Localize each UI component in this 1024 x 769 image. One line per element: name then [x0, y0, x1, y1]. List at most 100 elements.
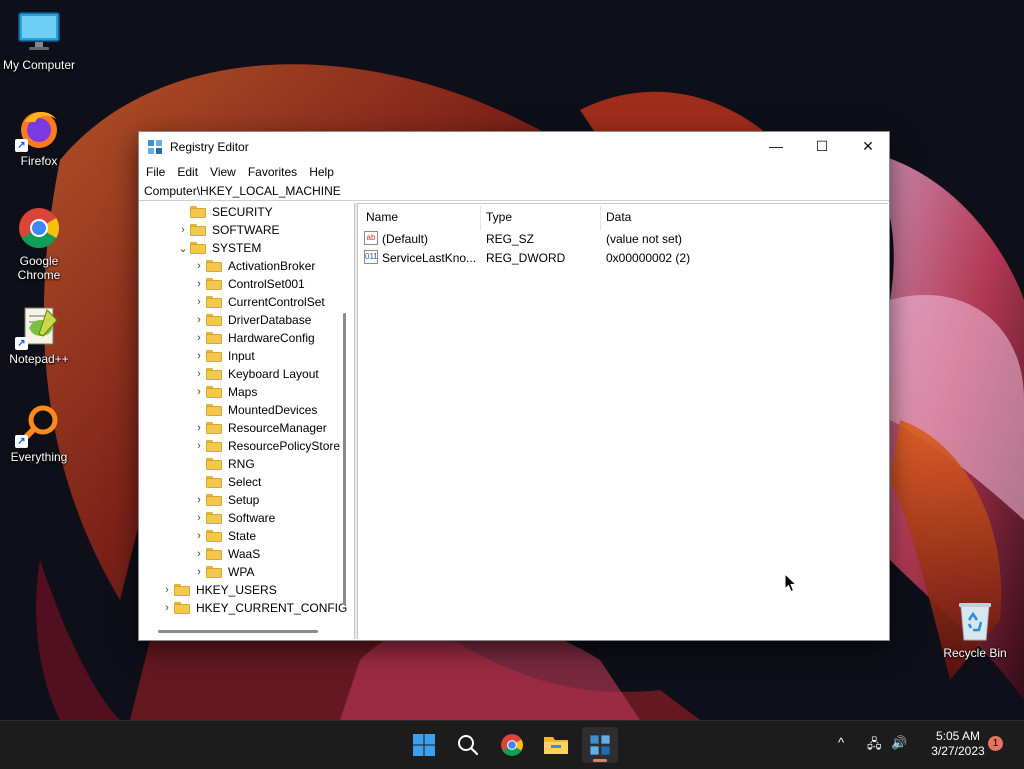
tree-item-hkey-users[interactable]: › HKEY_USERS: [160, 581, 277, 599]
chevron-right-icon[interactable]: ›: [192, 563, 206, 581]
tree-item-rng[interactable]: RNG: [192, 455, 255, 473]
chevron-right-icon[interactable]: ›: [192, 275, 206, 293]
taskbar-chrome-button[interactable]: [494, 727, 530, 763]
desktop-icon-everything[interactable]: ↗ Everything: [1, 402, 77, 464]
tree-item-label: SOFTWARE: [212, 223, 280, 237]
tree-item-wpa[interactable]: › WPA: [192, 563, 254, 581]
column-header-type[interactable]: Type: [486, 210, 512, 224]
chevron-right-icon[interactable]: ›: [192, 365, 206, 383]
column-separator[interactable]: [480, 206, 481, 230]
values-list[interactable]: Name Type Data ab (Default) REG_SZ (valu…: [358, 203, 888, 640]
title-bar[interactable]: Registry Editor — ☐ ✕: [139, 132, 889, 162]
menu-help[interactable]: Help: [303, 165, 340, 179]
search-button[interactable]: [450, 727, 486, 763]
menu-file[interactable]: File: [140, 165, 171, 179]
chevron-right-icon[interactable]: ›: [192, 383, 206, 401]
maximize-button[interactable]: ☐: [799, 132, 845, 160]
chevron-right-icon[interactable]: ›: [192, 311, 206, 329]
taskbar-clock[interactable]: 5:05 AM 3/27/2023: [918, 729, 998, 759]
folder-icon: [206, 296, 222, 308]
tree-item-state[interactable]: › State: [192, 527, 256, 545]
desktop-icon-notepad-plus-plus[interactable]: ↗ Notepad++: [1, 304, 77, 366]
menu-edit[interactable]: Edit: [171, 165, 204, 179]
value-row[interactable]: 011 ServiceLastKno... REG_DWORD 0x000000…: [358, 248, 888, 267]
expander-icon: [192, 401, 206, 419]
chrome-icon: [17, 206, 61, 250]
registry-editor-window[interactable]: Registry Editor — ☐ ✕ File Edit View Fav…: [138, 131, 890, 641]
expander-icon: [176, 203, 190, 221]
chevron-right-icon[interactable]: ›: [192, 527, 206, 545]
tree-item-setup[interactable]: › Setup: [192, 491, 259, 509]
mouse-cursor-icon: [784, 573, 798, 593]
key-tree[interactable]: SECURITY › SOFTWARE ⌄ SYSTEM › Activatio…: [140, 203, 354, 639]
column-header-data[interactable]: Data: [606, 210, 631, 224]
expander-icon: [192, 455, 206, 473]
desktop-icon-my-computer[interactable]: My Computer: [1, 10, 77, 72]
notification-badge[interactable]: 1: [988, 736, 1003, 751]
taskbar-registry-editor-button[interactable]: [582, 727, 618, 763]
desktop-icon-google-chrome[interactable]: Google Chrome: [1, 206, 77, 282]
menu-favorites[interactable]: Favorites: [242, 165, 303, 179]
tree-item-label: Input: [228, 349, 255, 363]
tree-item-resourcemanager[interactable]: › ResourceManager: [192, 419, 327, 437]
tree-item-label: MountedDevices: [228, 403, 318, 417]
taskbar-file-explorer-button[interactable]: [538, 727, 574, 763]
desktop-icon-firefox[interactable]: ↗ Firefox: [1, 106, 77, 168]
chevron-right-icon[interactable]: ›: [192, 509, 206, 527]
minimize-button[interactable]: —: [753, 132, 799, 160]
chevron-right-icon[interactable]: ›: [160, 581, 174, 599]
tree-item-activationbroker[interactable]: › ActivationBroker: [192, 257, 315, 275]
network-icon[interactable]: 🖧: [867, 735, 882, 757]
chevron-right-icon[interactable]: ›: [192, 293, 206, 311]
chevron-right-icon[interactable]: ›: [192, 329, 206, 347]
tree-item-maps[interactable]: › Maps: [192, 383, 257, 401]
shortcut-arrow-icon: ↗: [15, 337, 28, 350]
column-header-name[interactable]: Name: [366, 210, 398, 224]
column-separator[interactable]: [600, 206, 601, 230]
start-button[interactable]: [406, 727, 442, 763]
chevron-right-icon[interactable]: ›: [192, 419, 206, 437]
folder-icon: [206, 422, 222, 434]
folder-icon: [206, 404, 222, 416]
chevron-right-icon[interactable]: ›: [176, 221, 190, 239]
folder-icon: [206, 548, 222, 560]
string-value-icon: ab: [364, 231, 378, 245]
tree-item-security[interactable]: SECURITY: [176, 203, 273, 221]
tree-item-resourcepolicystore[interactable]: › ResourcePolicyStore: [192, 437, 340, 455]
tree-item-controlset001[interactable]: › ControlSet001: [192, 275, 305, 293]
tree-item-waas[interactable]: › WaaS: [192, 545, 260, 563]
tree-item-label: WaaS: [228, 547, 261, 561]
tree-horizontal-scrollbar[interactable]: [158, 630, 318, 633]
tree-item-system[interactable]: ⌄ SYSTEM: [176, 239, 261, 257]
tree-item-input[interactable]: › Input: [192, 347, 255, 365]
folder-icon: [174, 584, 190, 596]
folder-icon: [206, 566, 222, 578]
tree-item-software-sub[interactable]: › Software: [192, 509, 275, 527]
chevron-right-icon[interactable]: ›: [192, 545, 206, 563]
tree-item-hardwareconfig[interactable]: › HardwareConfig: [192, 329, 315, 347]
chevron-right-icon[interactable]: ›: [192, 437, 206, 455]
folder-icon: [206, 494, 222, 506]
chevron-down-icon[interactable]: ⌄: [176, 239, 190, 257]
tree-item-select[interactable]: Select: [192, 473, 261, 491]
value-row[interactable]: ab (Default) REG_SZ (value not set): [358, 229, 888, 248]
desktop-icon-recycle-bin[interactable]: Recycle Bin: [937, 598, 1013, 660]
tree-item-currentcontrolset[interactable]: › CurrentControlSet: [192, 293, 325, 311]
tree-item-software[interactable]: › SOFTWARE: [176, 221, 280, 239]
chevron-right-icon[interactable]: ›: [192, 257, 206, 275]
chevron-right-icon[interactable]: ›: [192, 491, 206, 509]
value-data: (value not set): [606, 232, 683, 246]
volume-icon[interactable]: 🔊: [891, 735, 907, 751]
tree-item-driverdatabase[interactable]: › DriverDatabase: [192, 311, 311, 329]
tree-item-hkey-current-config[interactable]: › HKEY_CURRENT_CONFIG: [160, 599, 347, 617]
chevron-right-icon[interactable]: ›: [160, 599, 174, 617]
tree-item-label: HKEY_CURRENT_CONFIG: [196, 601, 348, 615]
tree-item-mounteddevices[interactable]: MountedDevices: [192, 401, 317, 419]
address-bar[interactable]: Computer\HKEY_LOCAL_MACHINE: [139, 182, 889, 201]
tree-vertical-scrollbar[interactable]: [343, 313, 346, 605]
menu-view[interactable]: View: [204, 165, 242, 179]
show-hidden-icons-chevron-icon[interactable]: ^: [838, 735, 844, 750]
tree-item-keyboard-layout[interactable]: › Keyboard Layout: [192, 365, 319, 383]
chevron-right-icon[interactable]: ›: [192, 347, 206, 365]
close-button[interactable]: ✕: [845, 132, 891, 160]
